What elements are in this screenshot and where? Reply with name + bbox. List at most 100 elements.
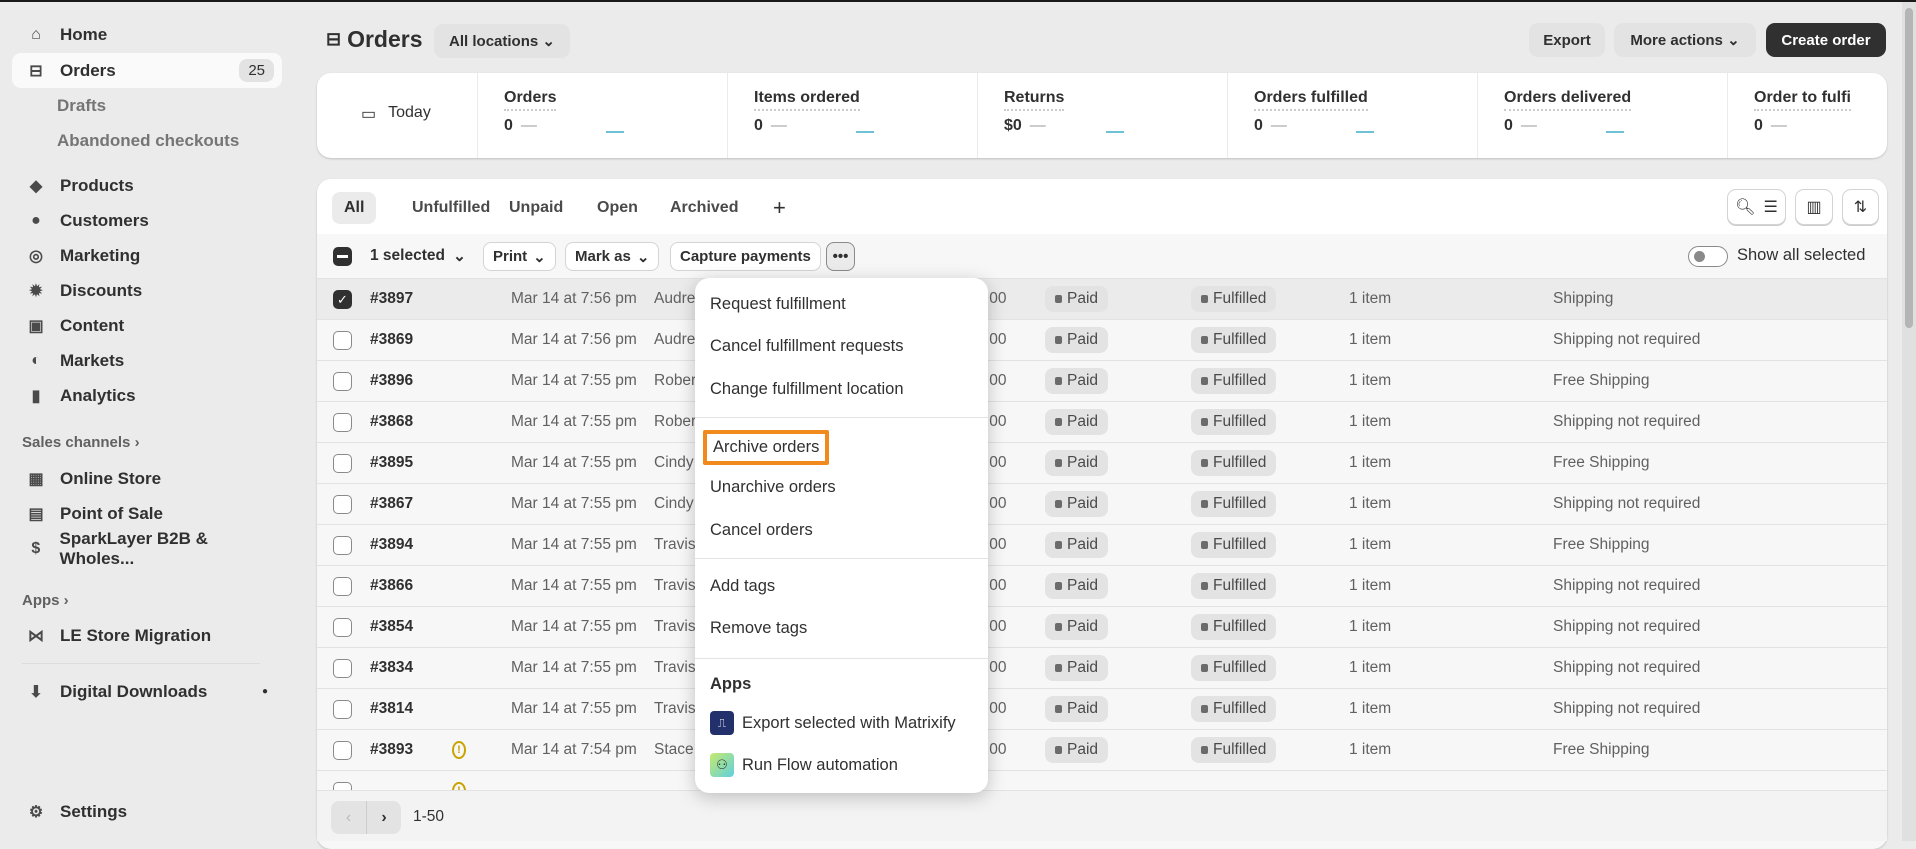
menu-item-export-matrixify[interactable]: ⎍ Export selected with Matrixify bbox=[710, 711, 956, 735]
stat-orders-delivered[interactable]: Orders delivered 0— bbox=[1477, 73, 1727, 158]
date-range-button[interactable]: ▭ Today bbox=[361, 104, 431, 124]
stat-order-to-fulfi[interactable]: Order to fulfi 0— bbox=[1727, 73, 1887, 158]
menu-item-archive-orders[interactable]: Archive orders bbox=[703, 430, 830, 465]
sidebar-item-abandoned-checkouts[interactable]: Abandoned checkouts bbox=[57, 131, 239, 151]
row-checkbox[interactable] bbox=[333, 659, 352, 678]
chevron-down-icon: ⌄ bbox=[542, 33, 555, 50]
create-order-button[interactable]: Create order bbox=[1766, 23, 1886, 57]
tab-unfulfilled[interactable]: Unfulfilled bbox=[400, 192, 502, 224]
location-selector[interactable]: All locations ⌄ bbox=[434, 24, 570, 58]
tab-unpaid[interactable]: Unpaid bbox=[497, 192, 575, 224]
row-checkbox[interactable]: ✓ bbox=[333, 290, 352, 309]
table-row[interactable]: #3854 Mar 14 at 7:55 pm Travis .00 Paid Fulfi… bbox=[317, 606, 1887, 647]
order-total: .00 bbox=[985, 495, 1007, 512]
table-row[interactable]: #3893! Mar 14 at 7:54 pm Stace .00 Paid Fulfi… bbox=[317, 729, 1887, 770]
table-row[interactable]: #3896 Mar 14 at 7:55 pm Rober .00 Paid Fulfil… bbox=[317, 360, 1887, 401]
row-checkbox[interactable] bbox=[333, 372, 352, 391]
print-button[interactable]: Print ⌄ bbox=[483, 242, 556, 271]
sidebar-item-orders[interactable]: ⊟ Orders 25 bbox=[12, 53, 282, 88]
columns-button[interactable]: ▥ bbox=[1795, 189, 1833, 225]
sidebar-item-sparklayer[interactable]: $ SparkLayer B2B & Wholes... bbox=[12, 529, 282, 568]
row-checkbox[interactable] bbox=[333, 454, 352, 473]
delivery-method: Free Shipping bbox=[1553, 372, 1650, 389]
sidebar-item-point-of-sale[interactable]: ▤ Point of Sale bbox=[12, 496, 282, 531]
stat-orders[interactable]: Orders 0— bbox=[477, 73, 727, 158]
fulfillment-status-badge: Fulfilled bbox=[1191, 614, 1277, 640]
sidebar-item-markets[interactable]: ◐ Markets bbox=[12, 343, 282, 378]
previous-page-button[interactable]: ‹ bbox=[331, 801, 366, 834]
add-view-plus-icon[interactable]: + bbox=[773, 192, 786, 224]
menu-item-request-fulfillment[interactable]: Request fulfillment bbox=[710, 295, 846, 314]
menu-item-remove-tags[interactable]: Remove tags bbox=[710, 619, 807, 638]
menu-item-cancel-orders[interactable]: Cancel orders bbox=[710, 521, 813, 540]
table-row[interactable]: #3869 Mar 14 at 7:56 pm Audre .00 Paid Fulfil… bbox=[317, 319, 1887, 360]
row-checkbox[interactable] bbox=[333, 331, 352, 350]
sidebar-item-digital-downloads[interactable]: ⬇ Digital Downloads ● bbox=[12, 674, 282, 709]
table-row[interactable]: #3867 Mar 14 at 7:55 pm Cindy .00 Paid Fulfil… bbox=[317, 483, 1887, 524]
search-filter-button[interactable]: 🔍︎ ☰ bbox=[1727, 189, 1786, 225]
sidebar-item-content[interactable]: ▣ Content bbox=[12, 308, 282, 343]
more-bulk-actions-button[interactable]: ••• bbox=[826, 242, 855, 271]
stat-number: 0 bbox=[1754, 117, 1763, 134]
menu-item-add-tags[interactable]: Add tags bbox=[710, 577, 775, 596]
sidebar-item-drafts[interactable]: Drafts bbox=[57, 96, 106, 116]
order-id: #3896 bbox=[370, 372, 414, 389]
stat-number: 0 bbox=[1504, 117, 1513, 134]
sidebar-item-analytics[interactable]: ▮ Analytics bbox=[12, 378, 282, 413]
menu-item-cancel-fulfillment-requests[interactable]: Cancel fulfillment requests bbox=[710, 337, 904, 356]
sidebar-item-settings[interactable]: ⚙ Settings bbox=[12, 794, 282, 829]
sidebar-item-le-store-migration[interactable]: ⋈ LE Store Migration bbox=[12, 618, 282, 653]
sidebar-item-online-store[interactable]: ▦ Online Store bbox=[12, 461, 282, 496]
more-actions-button[interactable]: More actions ⌄ bbox=[1614, 23, 1756, 57]
sidebar-item-customers[interactable]: ● Customers bbox=[12, 203, 282, 238]
sort-button[interactable]: ⇅ bbox=[1842, 189, 1879, 225]
table-row[interactable]: #3866 Mar 14 at 7:55 pm Travis .00 Paid Fulfi… bbox=[317, 565, 1887, 606]
fulfillment-status-badge: Fulfilled bbox=[1191, 696, 1277, 722]
stat-orders-fulfilled[interactable]: Orders fulfilled 0— bbox=[1227, 73, 1477, 158]
table-row[interactable]: #3814 Mar 14 at 7:55 pm Travis .00 Paid Fulfi… bbox=[317, 688, 1887, 729]
mark-as-button[interactable]: Mark as ⌄ bbox=[565, 242, 660, 271]
stat-returns[interactable]: Returns $0 — bbox=[977, 73, 1227, 158]
capture-payments-button[interactable]: Capture payments bbox=[670, 242, 821, 271]
scrollbar[interactable] bbox=[1902, 2, 1916, 841]
menu-item-unarchive-orders[interactable]: Unarchive orders bbox=[710, 478, 836, 497]
tab-all[interactable]: All bbox=[332, 192, 377, 224]
row-checkbox[interactable] bbox=[333, 741, 352, 760]
sidebar-item-products[interactable]: ◆ Products bbox=[12, 168, 282, 203]
export-button[interactable]: Export bbox=[1529, 23, 1605, 57]
table-row[interactable]: #3834 Mar 14 at 7:55 pm Travis .00 Paid Fulfi… bbox=[317, 647, 1887, 688]
sidebar-item-marketing[interactable]: ◎ Marketing bbox=[12, 238, 282, 273]
sidebar-item-home[interactable]: ⌂ Home bbox=[12, 17, 282, 52]
download-cloud-icon: ⬇ bbox=[29, 683, 43, 701]
row-checkbox[interactable] bbox=[333, 700, 352, 719]
items-count: 1 item bbox=[1349, 495, 1392, 512]
selected-count-dropdown[interactable]: 1 selected ⌄ bbox=[370, 247, 466, 266]
tab-archived[interactable]: Archived bbox=[658, 192, 750, 224]
row-checkbox[interactable] bbox=[333, 782, 352, 790]
table-row[interactable]: #3868 Mar 14 at 7:55 pm Rober .00 Paid Fulfil… bbox=[317, 401, 1887, 442]
scrollbar-thumb[interactable] bbox=[1905, 8, 1913, 328]
select-all-checkbox[interactable] bbox=[333, 247, 352, 266]
table-row[interactable]: ✓ #3897 Mar 14 at 7:56 pm Audre .00 Paid Fulfi… bbox=[317, 278, 1887, 319]
table-row-partial[interactable]: ! bbox=[317, 770, 1887, 790]
table-row[interactable]: #3894 Mar 14 at 7:55 pm Travis .00 Paid Fulfi… bbox=[317, 524, 1887, 565]
menu-item-run-flow[interactable]: ⚇ Run Flow automation bbox=[710, 753, 898, 777]
show-all-selected-toggle[interactable] bbox=[1688, 246, 1728, 267]
menu-item-change-fulfillment-location[interactable]: Change fulfillment location bbox=[710, 380, 904, 399]
row-checkbox[interactable] bbox=[333, 577, 352, 596]
stat-items-ordered[interactable]: Items ordered 0— bbox=[727, 73, 977, 158]
row-checkbox[interactable] bbox=[333, 618, 352, 637]
order-total: .00 bbox=[985, 413, 1007, 430]
row-checkbox[interactable] bbox=[333, 536, 352, 555]
next-page-button[interactable]: › bbox=[366, 801, 401, 834]
table-row[interactable]: #3895 Mar 14 at 7:55 pm Cindy .00 Paid Fulfil… bbox=[317, 442, 1887, 483]
delivery-method: Shipping not required bbox=[1553, 331, 1701, 348]
sales-channels-heading[interactable]: Sales channels › bbox=[22, 434, 140, 451]
row-checkbox[interactable] bbox=[333, 413, 352, 432]
sidebar-item-discounts[interactable]: ✹ Discounts bbox=[12, 273, 282, 308]
row-checkbox[interactable] bbox=[333, 495, 352, 514]
apps-heading[interactable]: Apps › bbox=[22, 592, 69, 609]
menu-divider bbox=[695, 558, 988, 559]
stats-bar: ▭ Today Orders 0— Items ordered 0— Returns $0—… bbox=[317, 73, 1887, 158]
tab-open[interactable]: Open bbox=[585, 192, 650, 224]
